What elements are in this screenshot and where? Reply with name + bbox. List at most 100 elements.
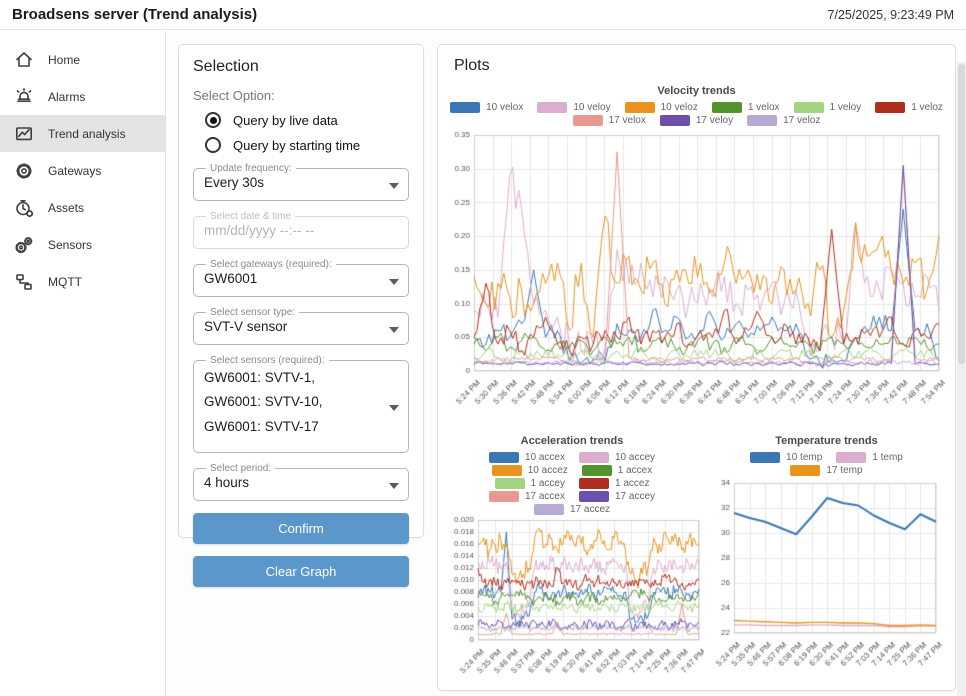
- vertical-scrollbar[interactable]: [957, 62, 966, 696]
- acceleration-chart-block: Acceleration trends 10 accex10 accey10 a…: [440, 435, 704, 691]
- legend-label: 1 accez: [615, 478, 649, 489]
- velocity-chart-legend: 10 velox 10 veloy 10 veloz 1 velox 1 veloy 1 …: [438, 101, 955, 127]
- legend-item-17-accex[interactable]: 17 accex: [489, 491, 565, 502]
- sidebar-item-assets[interactable]: Assets: [0, 189, 165, 226]
- temperature-chart-block: Temperature trends 10 temp1 temp17 temp: [704, 435, 949, 691]
- bottom-charts-row: Acceleration trends 10 accex10 accey10 a…: [438, 435, 955, 691]
- plots-panel: Plots Velocity trends 10 velox10 veloy10…: [437, 44, 956, 691]
- chevron-down-icon: [389, 405, 399, 411]
- legend-item-17-accey[interactable]: 17 accey: [579, 491, 655, 502]
- content-area: Selection Select Option: Query by live d…: [166, 31, 966, 696]
- alarm-icon: [14, 87, 34, 107]
- field-value: Every 30s: [204, 175, 398, 192]
- legend-item-10-veloz[interactable]: 10 veloz: [625, 102, 698, 113]
- legend-item-1-temp[interactable]: 1 temp: [836, 452, 903, 463]
- legend-item-10-accey[interactable]: 10 accey: [579, 452, 655, 463]
- legend-item-17-veloy[interactable]: 17 veloy: [660, 115, 733, 126]
- field-label: Update frequency:: [206, 163, 296, 174]
- legend-label: 1 temp: [872, 452, 903, 463]
- legend-swatch: [875, 102, 905, 113]
- legend-item-17-velox[interactable]: 17 velox: [573, 115, 646, 126]
- field-label: Select sensors (required):: [206, 355, 329, 366]
- app-window: Broadsens server (Trend analysis) 7/25/2…: [0, 0, 966, 696]
- legend-item-10-temp[interactable]: 10 temp: [750, 452, 822, 463]
- legend-label: 1 accey: [531, 478, 565, 489]
- sidebar-item-gateways[interactable]: Gateways: [0, 152, 165, 189]
- sensor-type-select[interactable]: Select sensor type: SVT-V sensor: [193, 307, 409, 345]
- sidebar-item-home[interactable]: Home: [0, 41, 165, 78]
- field-label: Select period:: [206, 463, 275, 474]
- sidebar-item-trend-analysis[interactable]: Trend analysis: [0, 115, 165, 152]
- legend-label: 10 accez: [528, 465, 568, 476]
- gateways-select[interactable]: Select gateways (required): GW6001: [193, 259, 409, 297]
- legend-item-17-temp[interactable]: 17 temp: [790, 465, 862, 476]
- page-title: Broadsens server (Trend analysis): [12, 6, 257, 23]
- chevron-down-icon: [389, 327, 399, 333]
- scrollbar-thumb[interactable]: [958, 64, 965, 364]
- legend-swatch: [660, 115, 690, 126]
- sidebar-item-label: Home: [48, 53, 80, 67]
- legend-label: 10 veloz: [661, 102, 698, 113]
- update-frequency-select[interactable]: Update frequency: Every 30s: [193, 163, 409, 201]
- field-value: GW6001: [204, 271, 398, 288]
- sensors-multiselect[interactable]: Select sensors (required): GW6001: SVTV-…: [193, 355, 409, 454]
- legend-swatch: [794, 102, 824, 113]
- selected-sensor: GW6001: SVTV-1,: [204, 370, 398, 387]
- legend-item-1-accey[interactable]: 1 accey: [495, 478, 565, 489]
- legend-item-10-velox[interactable]: 10 velox: [450, 102, 523, 113]
- sidebar-item-mqtt[interactable]: MQTT: [0, 263, 165, 300]
- legend-item-1-accex[interactable]: 1 accex: [582, 465, 652, 476]
- selection-panel-title: Selection: [193, 58, 409, 76]
- legend-label: 17 velox: [609, 115, 646, 126]
- legend-swatch: [579, 452, 609, 463]
- date-time-input[interactable]: Select date & time mm/dd/yyyy --:-- --: [193, 211, 409, 249]
- sidebar-item-label: MQTT: [48, 275, 82, 289]
- legend-item-10-accex[interactable]: 10 accex: [489, 452, 565, 463]
- sidebar-item-alarms[interactable]: Alarms: [0, 78, 165, 115]
- legend-item-10-veloy[interactable]: 10 veloy: [537, 102, 610, 113]
- acceleration-chart-legend: 10 accex 10 accey 10 accez 1 accex 1 accey 1 …: [446, 451, 698, 516]
- legend-item-1-velox[interactable]: 1 velox: [712, 102, 780, 113]
- selection-panel: Selection Select Option: Query by live d…: [178, 44, 424, 538]
- legend-swatch: [573, 115, 603, 126]
- legend-swatch: [582, 465, 612, 476]
- radio-label: Query by live data: [233, 113, 338, 128]
- chevron-down-icon: [389, 483, 399, 489]
- legend-item-17-accez[interactable]: 17 accez: [534, 504, 610, 515]
- sidebar-item-sensors[interactable]: Sensors: [0, 226, 165, 263]
- asset-timer-icon: [14, 198, 34, 218]
- field-label: Select sensor type:: [206, 307, 299, 318]
- legend-item-1-veloy[interactable]: 1 veloy: [794, 102, 862, 113]
- radio-label: Query by starting time: [233, 138, 360, 153]
- legend-item-17-veloz[interactable]: 17 veloz: [747, 115, 820, 126]
- field-value: GW6001: SVTV-1, GW6001: SVTV-10, GW6001:…: [204, 370, 398, 437]
- clear-graph-button[interactable]: Clear Graph: [193, 556, 409, 587]
- field-value: 4 hours: [204, 475, 398, 492]
- radio-button-icon[interactable]: [205, 137, 221, 153]
- legend-label: 17 accex: [525, 491, 565, 502]
- confirm-button[interactable]: Confirm: [193, 513, 409, 544]
- selected-sensor: GW6001: SVTV-17: [204, 419, 398, 436]
- legend-label: 1 velox: [748, 102, 780, 113]
- radio-button-icon[interactable]: [205, 112, 221, 128]
- radio-query-starting-time[interactable]: Query by starting time: [205, 137, 409, 153]
- sidebar-item-label: Alarms: [48, 90, 85, 104]
- legend-item-1-veloz[interactable]: 1 veloz: [875, 102, 943, 113]
- legend-swatch: [450, 102, 480, 113]
- legend-label: 10 temp: [786, 452, 822, 463]
- select-option-label: Select Option:: [193, 88, 409, 103]
- legend-label: 1 veloy: [830, 102, 862, 113]
- temperature-chart-legend: 10 temp 1 temp 17 temp: [704, 451, 949, 477]
- period-select[interactable]: Select period: 4 hours: [193, 463, 409, 501]
- field-label: Select gateways (required):: [206, 259, 336, 270]
- sidebar-item-label: Trend analysis: [48, 127, 126, 141]
- legend-label: 10 accey: [615, 452, 655, 463]
- sidebar-item-label: Assets: [48, 201, 84, 215]
- radio-query-live-data[interactable]: Query by live data: [205, 112, 409, 128]
- home-icon: [14, 50, 34, 70]
- legend-item-1-accez[interactable]: 1 accez: [579, 478, 649, 489]
- legend-item-10-accez[interactable]: 10 accez: [492, 465, 568, 476]
- velocity-chart-title: Velocity trends: [438, 85, 955, 97]
- legend-label: 10 veloy: [573, 102, 610, 113]
- field-value: SVT-V sensor: [204, 319, 398, 336]
